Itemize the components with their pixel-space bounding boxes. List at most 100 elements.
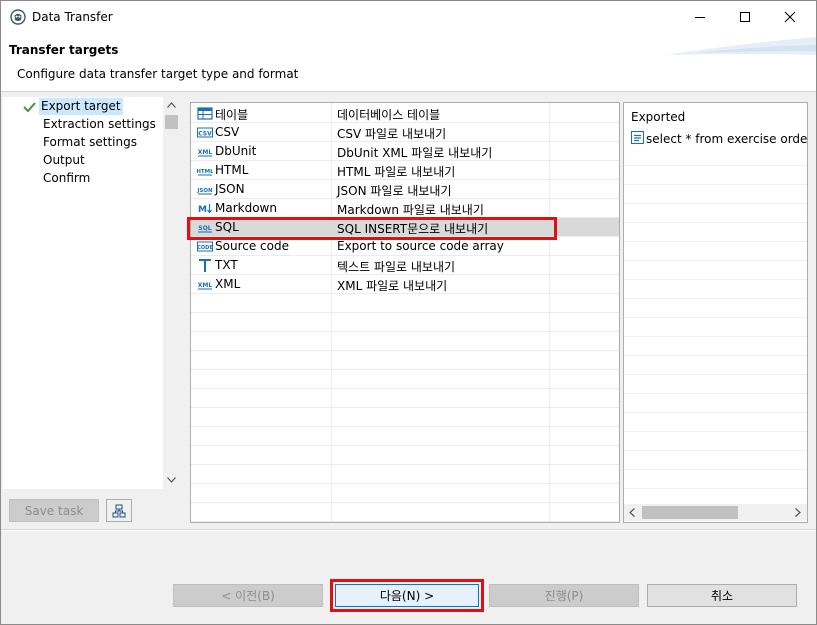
preview-grid-line bbox=[624, 261, 807, 280]
preview-grid-line bbox=[624, 470, 807, 489]
dbeaver-app-icon bbox=[10, 9, 26, 25]
svg-text:JSON: JSON bbox=[197, 188, 213, 194]
back-button[interactable]: < 이전(B) bbox=[173, 584, 323, 607]
scroll-down-icon[interactable] bbox=[167, 477, 176, 483]
svg-text:HTML: HTML bbox=[197, 169, 213, 175]
preview-hscrollbar[interactable] bbox=[624, 504, 807, 521]
nav-item-export-target[interactable]: Export target bbox=[39, 98, 123, 115]
scroll-right-icon[interactable] bbox=[795, 508, 801, 517]
empty-row bbox=[191, 351, 619, 370]
preview-grid-line bbox=[624, 318, 807, 337]
format-row-테이블[interactable]: 테이블 데이터베이스 테이블 bbox=[191, 104, 619, 123]
minimize-icon bbox=[695, 17, 705, 18]
preview-grid-line bbox=[624, 280, 807, 299]
nav-item-format-settings[interactable]: Format settings bbox=[43, 134, 137, 151]
svg-text:CSV: CSV bbox=[198, 131, 212, 138]
preview-grid-line bbox=[624, 242, 807, 261]
maximize-icon bbox=[740, 12, 750, 22]
empty-row bbox=[191, 465, 619, 484]
format-name: HTML bbox=[215, 163, 249, 177]
preview-grid-line bbox=[624, 432, 807, 451]
format-row-json[interactable]: JSON JSON JSON 파일로 내보내기 bbox=[191, 180, 619, 199]
format-row-csv[interactable]: CSV CSV CSV 파일로 내보내기 bbox=[191, 123, 619, 142]
selection-highlight-sql bbox=[187, 217, 557, 240]
preview-grid-line bbox=[624, 413, 807, 432]
table-icon bbox=[197, 106, 213, 121]
format-name: JSON bbox=[215, 182, 245, 196]
format-name: 테이블 bbox=[215, 108, 249, 122]
checkmark-icon bbox=[23, 102, 36, 112]
format-table: 테이블 데이터베이스 테이블 CSV CSV CSV 파일로 내보내기 XML DbUnit… bbox=[190, 102, 620, 523]
format-row-markdown[interactable]: M Markdown Markdown 파일로 내보내기 bbox=[191, 199, 619, 218]
preview-grid-line bbox=[624, 394, 807, 413]
preview-grid-line bbox=[624, 337, 807, 356]
empty-row bbox=[191, 313, 619, 332]
preview-grid-line bbox=[624, 147, 807, 166]
preview-grid-line bbox=[624, 223, 807, 242]
preview-query-text[interactable]: select * from exercise order by bbox=[646, 132, 807, 146]
csv-icon: CSV bbox=[197, 125, 213, 140]
preview-label: Exported bbox=[631, 110, 686, 124]
selection-highlight-next bbox=[330, 579, 484, 612]
preview-hscrollbar-thumb[interactable] bbox=[642, 506, 738, 519]
preview-grid-line bbox=[624, 185, 807, 204]
svg-text:XML: XML bbox=[198, 149, 213, 156]
nav-item-output[interactable]: Output bbox=[43, 152, 85, 169]
txt-icon bbox=[197, 258, 213, 273]
xml-icon: XML bbox=[197, 144, 213, 159]
format-row-dbunit[interactable]: XML DbUnit DbUnit XML 파일로 내보내기 bbox=[191, 142, 619, 161]
format-name: TXT bbox=[215, 258, 238, 272]
empty-row bbox=[191, 408, 619, 427]
format-name: XML bbox=[215, 277, 241, 291]
empty-row bbox=[191, 389, 619, 408]
nav-scrollbar[interactable] bbox=[163, 97, 180, 489]
empty-row bbox=[191, 484, 619, 503]
close-icon bbox=[784, 11, 796, 23]
nav-item-confirm[interactable]: Confirm bbox=[43, 170, 90, 187]
empty-row bbox=[191, 503, 619, 522]
title-bar: Data Transfer bbox=[1, 1, 816, 33]
cancel-button[interactable]: 취소 bbox=[647, 584, 797, 607]
wizard-header: Transfer targets Configure data transfer… bbox=[1, 33, 816, 92]
xml-icon: XML bbox=[197, 277, 213, 292]
window-title: Data Transfer bbox=[32, 10, 113, 24]
save-task-button[interactable]: Save task bbox=[9, 499, 99, 522]
query-icon bbox=[631, 131, 644, 144]
format-description: XML 파일로 내보내기 bbox=[337, 279, 448, 293]
scroll-left-icon[interactable] bbox=[629, 508, 635, 517]
preview-grid-line bbox=[624, 299, 807, 318]
nav-scrollbar-thumb[interactable] bbox=[165, 115, 178, 129]
preview-grid-line bbox=[624, 204, 807, 223]
finish-button[interactable]: 진행(P) bbox=[489, 584, 639, 607]
markdown-icon: M bbox=[197, 201, 213, 216]
close-button[interactable] bbox=[767, 1, 813, 33]
format-name: CSV bbox=[215, 125, 240, 139]
svg-text:M: M bbox=[198, 205, 207, 215]
empty-row bbox=[191, 446, 619, 465]
format-row-txt[interactable]: TXT 텍스트 파일로 내보내기 bbox=[191, 256, 619, 275]
format-name: Source code bbox=[215, 239, 289, 253]
preview-grid-line bbox=[624, 375, 807, 394]
format-description: 데이터베이스 테이블 bbox=[337, 108, 441, 122]
format-description: 텍스트 파일로 내보내기 bbox=[337, 260, 456, 274]
format-row-xml[interactable]: XML XML XML 파일로 내보내기 bbox=[191, 275, 619, 294]
task-settings-button[interactable] bbox=[106, 499, 132, 522]
format-description: DbUnit XML 파일로 내보내기 bbox=[337, 146, 493, 160]
maximize-button[interactable] bbox=[722, 1, 768, 33]
preview-panel: Exported select * from exercise order by bbox=[623, 102, 808, 523]
page-subtitle: Configure data transfer target type and … bbox=[17, 67, 299, 81]
empty-row bbox=[191, 370, 619, 389]
svg-text:XML: XML bbox=[198, 282, 213, 289]
nav-item-extraction-settings[interactable]: Extraction settings bbox=[43, 116, 156, 133]
task-tree-icon bbox=[112, 504, 126, 517]
format-description: JSON 파일로 내보내기 bbox=[337, 184, 452, 198]
minimize-button[interactable] bbox=[677, 1, 723, 33]
empty-row bbox=[191, 332, 619, 351]
scroll-up-icon[interactable] bbox=[167, 102, 176, 108]
wizard-nav-panel bbox=[3, 97, 178, 489]
format-description: CSV 파일로 내보내기 bbox=[337, 127, 447, 141]
preview-grid-line bbox=[624, 166, 807, 185]
format-description: Markdown 파일로 내보내기 bbox=[337, 203, 484, 217]
format-row-html[interactable]: HTML HTML HTML 파일로 내보내기 bbox=[191, 161, 619, 180]
format-name: Markdown bbox=[215, 201, 277, 215]
